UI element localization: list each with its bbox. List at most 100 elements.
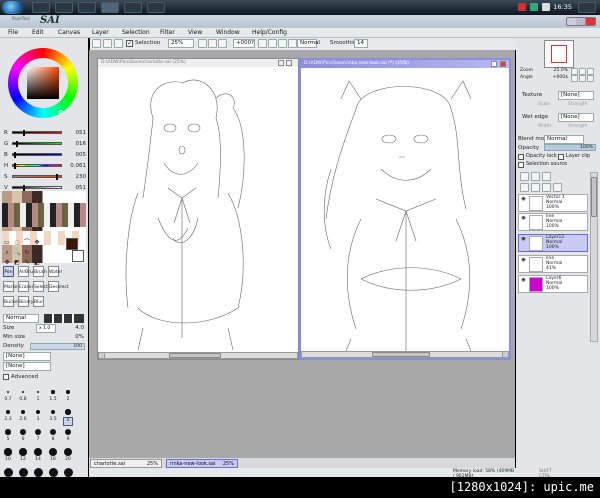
tool-deselect[interactable]: Deselect	[48, 281, 69, 292]
eye-icon[interactable]: ◉	[520, 257, 527, 264]
rotate-left-icon[interactable]	[258, 39, 267, 48]
layer-blend-mode-select[interactable]: Normal	[544, 135, 584, 144]
menu-view[interactable]: View	[188, 29, 202, 36]
menu-canvas[interactable]: Canvas	[58, 29, 80, 36]
nav-rotate-right-icon[interactable]	[579, 75, 586, 82]
tab-charlotte[interactable]: charlotte.sai 25%	[90, 459, 162, 468]
brush-size-cell[interactable]: 0.7	[3, 397, 13, 406]
taskbar-firefox-button[interactable]	[55, 2, 73, 13]
tool-airbrush[interactable]: AirBrush	[18, 266, 38, 277]
menu-layer[interactable]: Layer	[92, 29, 109, 36]
rotate-reset-icon[interactable]	[278, 39, 287, 48]
brush-size-cell[interactable]: 7	[33, 437, 43, 446]
brush-size-cell[interactable]: 0.8	[18, 397, 28, 406]
flip-icon[interactable]	[288, 39, 297, 48]
brush-size-cell[interactable]: 2.6	[18, 417, 28, 426]
tool-icon[interactable]: ↺	[33, 249, 41, 257]
tool-eraser[interactable]: Eraser	[18, 281, 33, 292]
tool-blur[interactable]: Blur	[33, 296, 44, 307]
taskbar-photo-button[interactable]	[124, 2, 142, 13]
nav-corner-button[interactable]	[502, 351, 509, 358]
size-multiplier[interactable]: x 1.0	[36, 324, 56, 333]
eye-icon[interactable]: ◉	[520, 236, 527, 243]
brush-shape-selector[interactable]	[44, 314, 84, 323]
texture-none-2[interactable]: [None]	[3, 362, 51, 371]
merge-down-icon[interactable]	[531, 183, 540, 192]
color-g-value[interactable]: 016	[62, 141, 87, 147]
start-button[interactable]	[2, 1, 24, 14]
color-r-slider[interactable]	[12, 130, 62, 136]
tool-bucket[interactable]: Bucket	[3, 296, 19, 307]
min-size-value[interactable]: 0%	[60, 334, 84, 340]
color-square[interactable]	[27, 67, 59, 99]
hide-selection-icon[interactable]	[114, 39, 123, 48]
menu-selection[interactable]: Selection	[122, 29, 150, 36]
brush-size-cell[interactable]: 10	[3, 457, 13, 466]
brush-size-cell[interactable]: 20	[63, 457, 73, 466]
rotate-right-icon[interactable]	[268, 39, 277, 48]
wet-edge-select[interactable]: [None]	[558, 113, 594, 122]
tool-select[interactable]: Select	[33, 281, 48, 292]
tool-brush[interactable]: Brush	[33, 266, 47, 277]
primary-color[interactable]	[66, 238, 78, 250]
show-desktop-button[interactable]	[578, 2, 596, 13]
slider-handle[interactable]	[16, 141, 18, 147]
angle-field[interactable]: +000?	[233, 39, 255, 48]
texture-select[interactable]: [None]	[558, 91, 594, 100]
close-button[interactable]	[286, 60, 292, 66]
texture-none-1[interactable]: [None]	[3, 352, 51, 361]
layer-item[interactable]: ◉ Layer6 Normal 100%	[518, 275, 588, 293]
nav-zoom-reset-icon[interactable]	[587, 68, 594, 75]
window-controls[interactable]	[566, 17, 596, 26]
view-mode-field[interactable]: Normal	[297, 39, 320, 48]
tool-binary[interactable]: Binary	[18, 296, 33, 307]
zoom-out-icon[interactable]	[198, 39, 207, 48]
layer-item[interactable]: ◉ line Normal 41%	[518, 255, 588, 273]
slider-handle[interactable]	[14, 163, 16, 169]
zoom-reset-icon[interactable]	[218, 39, 227, 48]
nav-rotate-left-icon[interactable]	[571, 75, 578, 82]
tray-icon[interactable]	[518, 3, 526, 11]
tray-icon[interactable]	[530, 3, 538, 11]
transfer-down-icon[interactable]	[520, 183, 529, 192]
brush-size-cell[interactable]: 14	[33, 457, 43, 466]
brush-size-cell[interactable]: 4	[63, 417, 73, 426]
invert-icon[interactable]	[103, 39, 112, 48]
navigator-preview[interactable]	[544, 40, 574, 68]
color-h-slider[interactable]	[12, 163, 62, 169]
nav-corner-button[interactable]	[98, 352, 105, 359]
deselect-icon[interactable]	[92, 39, 101, 48]
tool-icon[interactable]: ✥	[33, 239, 41, 247]
layer-item[interactable]: ◉ Vector 1 Normal 100%	[518, 194, 588, 212]
brush-size-cell[interactable]: 3.5	[48, 417, 58, 426]
brush-size-cell[interactable]: 3	[33, 417, 43, 426]
taskbar-ie-button[interactable]	[32, 2, 50, 13]
layer-item[interactable]: ◉ Layer12 Normal 100%	[518, 234, 588, 252]
color-b-slider[interactable]	[12, 152, 62, 158]
color-r-value[interactable]: 051	[62, 130, 87, 136]
clear-layer-icon[interactable]	[542, 183, 551, 192]
brush-size-cell[interactable]: 16	[48, 457, 58, 466]
selection-source-checkbox[interactable]	[518, 162, 524, 168]
layer-scrollbar[interactable]	[590, 172, 598, 342]
brush-size-cell[interactable]: 6	[18, 437, 28, 446]
slider-handle[interactable]	[23, 185, 25, 191]
tool-icon[interactable]: ▭	[3, 239, 11, 247]
nav-zoom-value[interactable]: 25.0%	[536, 68, 568, 73]
nav-angle-value[interactable]: +000$	[536, 75, 568, 80]
document-window-rinka[interactable]: D:\ADW\Pics\Save\rinka-new-look.sai (*) …	[299, 58, 511, 360]
opacity-slider[interactable]: 100%	[544, 144, 596, 151]
delete-layer-icon[interactable]	[553, 183, 562, 192]
menu-window[interactable]: Window	[216, 29, 240, 36]
zoom-field[interactable]: 25%	[168, 39, 194, 48]
eye-icon[interactable]: ◉	[520, 196, 527, 203]
smoothing-field[interactable]: 14	[354, 39, 368, 48]
taskbar-folder-button[interactable]	[78, 2, 96, 13]
color-v-slider[interactable]	[12, 185, 62, 191]
h-scrollbar[interactable]	[98, 352, 298, 359]
eye-icon[interactable]: ◉	[520, 215, 527, 222]
tool-water[interactable]: Water	[48, 266, 62, 277]
zoom-in-icon[interactable]	[208, 39, 217, 48]
nav-rotate-reset-icon[interactable]	[587, 75, 594, 82]
slider-handle[interactable]	[14, 152, 16, 158]
